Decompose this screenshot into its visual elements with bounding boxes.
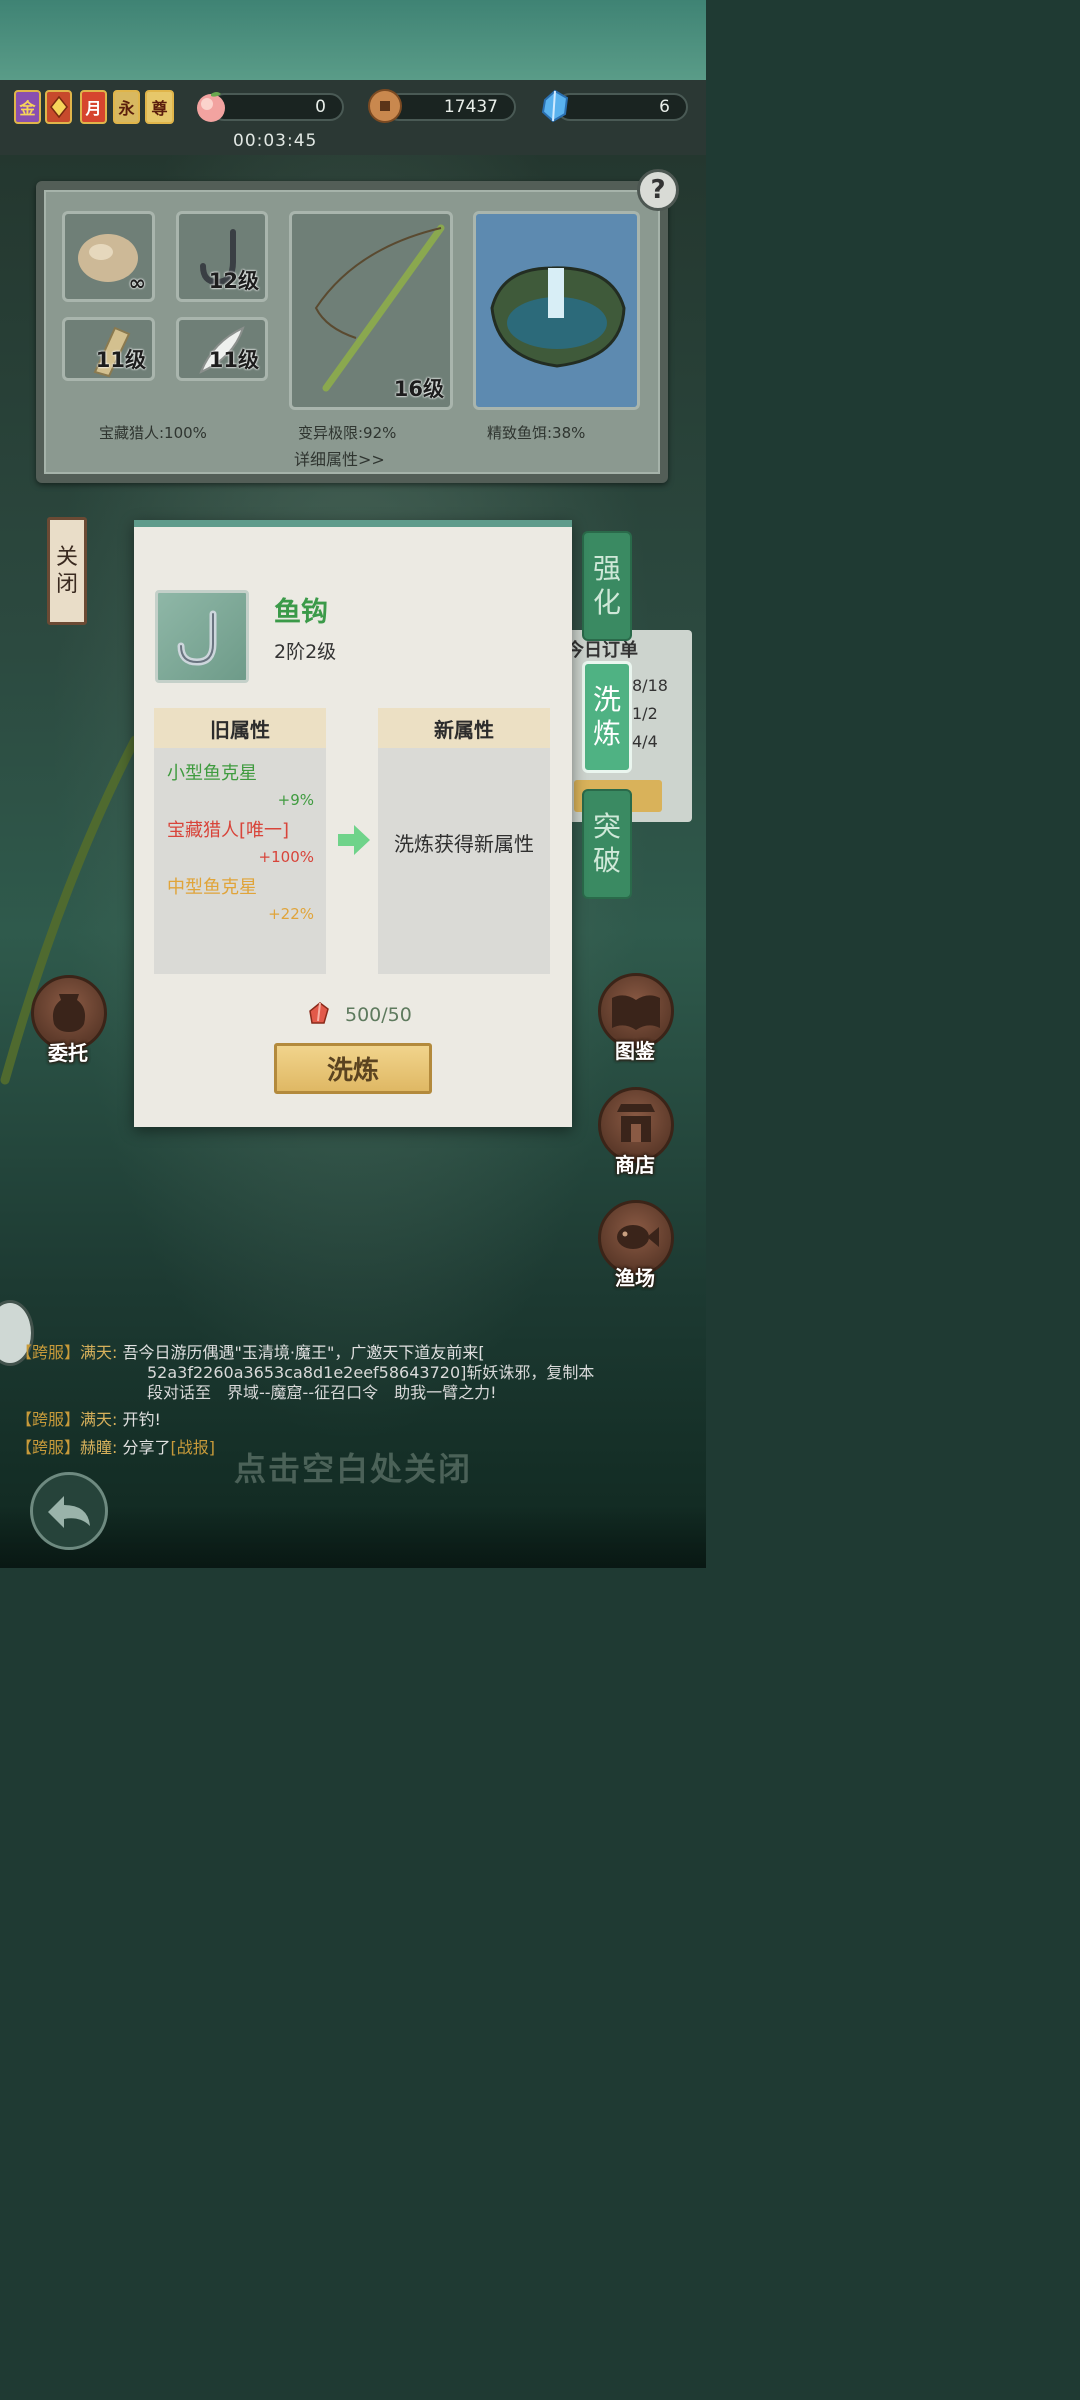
old-attr-2-name: 宝藏猎人[唯一] (167, 820, 290, 841)
chat-1-server-tag: 【跨服】 (16, 1343, 81, 1362)
chat-2-server-tag: 【跨服】 (16, 1410, 81, 1429)
mutation-limit-stat: 变异极限:92% (298, 424, 397, 442)
bait-level: ∞ (128, 271, 147, 295)
tab-refine-char-1: 洗 (592, 683, 621, 717)
old-attr-3-value: +22% (268, 905, 314, 923)
old-attr-3-name: 中型鱼克星 (167, 877, 257, 898)
bait-slot[interactable]: ∞ (62, 211, 155, 302)
fishing-spot-slot[interactable] (473, 211, 640, 410)
tab-enhance-char-2: 化 (592, 586, 621, 619)
new-attribute-placeholder: 洗炼获得新属性 (394, 832, 534, 856)
diamond-icon (49, 95, 68, 119)
float-level: 11级 (208, 348, 259, 372)
vip-badge-honor[interactable]: 尊 (145, 90, 174, 124)
hook-item-frame (155, 590, 249, 683)
chat-message-1[interactable]: 【跨服】满天: 吾今日游历偶遇"玉清境·魔王"，广邀天下道友前来[ (16, 1343, 485, 1363)
gem-icon (541, 89, 569, 123)
atlas-label: 图鉴 (615, 1039, 655, 1063)
refine-cost: 500/50 (345, 1004, 412, 1026)
fishing-ground-label: 渔场 (615, 1266, 655, 1290)
vip-badge-gold[interactable]: 金 (14, 90, 41, 124)
order-row-3: 4/4 (632, 732, 658, 751)
book-icon (612, 995, 660, 1030)
tap-to-close-hint: 点击空白处关闭 (233, 1450, 472, 1488)
tab-breakthrough-char-1: 突 (592, 810, 621, 844)
float-slot[interactable]: 11级 (176, 317, 268, 381)
fishing-rod-icon (314, 224, 445, 392)
fish-icon (617, 1225, 659, 1249)
hook-slot[interactable]: 12级 (176, 211, 268, 302)
tab-enhance-char-1: 强 (592, 552, 621, 586)
item-level: 2阶2级 (274, 641, 337, 663)
new-attributes-header: 新属性 (378, 708, 550, 748)
item-name: 鱼钩 (274, 597, 328, 628)
fine-bait-stat: 精致鱼饵:38% (487, 424, 586, 442)
vip-badge-month[interactable]: 月 (80, 90, 107, 124)
rod-level: 16级 (393, 377, 444, 401)
chat-2-text: 开钓! (122, 1410, 161, 1429)
tab-breakthrough-char-2: 破 (592, 844, 621, 877)
refine-button[interactable]: 洗炼 (274, 1043, 432, 1094)
right-arrow-icon (338, 825, 370, 855)
back-arrow-icon (48, 1496, 90, 1528)
coin-counter: 17437 (385, 93, 516, 121)
chat-message-2[interactable]: 【跨服】满天: 开钓! (16, 1410, 161, 1430)
gem-counter: 6 (556, 93, 688, 121)
back-button[interactable] (30, 1472, 108, 1550)
tab-refine[interactable]: 洗 炼 (582, 661, 632, 773)
old-attr-1-name: 小型鱼克星 (167, 763, 257, 784)
top-backdrop (0, 0, 706, 80)
jar-icon (52, 994, 86, 1032)
chat-2-user: 满天: (80, 1410, 118, 1429)
chat-1-user: 满天: (80, 1343, 118, 1362)
refine-stone-icon (309, 1002, 329, 1024)
old-attr-1-value: +9% (277, 791, 314, 809)
shop-icon (617, 1104, 655, 1142)
help-button[interactable]: ? (637, 169, 679, 211)
vip-badge-forever[interactable]: 永 (113, 90, 140, 124)
chat-1-text-line3: 段对话至 界域--魔窟--征召口令 助我一臂之力! (147, 1383, 497, 1402)
order-row-1: 8/18 (632, 676, 668, 695)
hook-level: 12级 (208, 269, 259, 293)
line-slot[interactable]: 11级 (62, 317, 155, 381)
close-tag-button[interactable]: 关 闭 (47, 517, 87, 625)
tab-enhance[interactable]: 强 化 (582, 531, 632, 641)
close-tag-char-1: 关 (55, 544, 78, 570)
tab-refine-char-2: 炼 (592, 717, 621, 750)
treasure-hunter-stat: 宝藏猎人:100% (99, 424, 207, 442)
chat-1-text-line2: 52a3f2260a3653ca8d1e2eef58643720]斩妖诛邪，复制… (147, 1363, 595, 1382)
coin-icon (368, 89, 402, 123)
detail-attributes-link[interactable]: 详细属性>> (294, 446, 385, 470)
rod-slot[interactable]: 16级 (289, 211, 453, 410)
waterfall-pond-icon (490, 266, 626, 368)
tab-breakthrough[interactable]: 突 破 (582, 789, 632, 899)
shop-label: 商店 (615, 1153, 655, 1177)
vip-badge-diamond[interactable] (45, 90, 72, 124)
peach-counter: 0 (210, 93, 344, 121)
commission-label: 委托 (48, 1041, 88, 1065)
old-attributes-header: 旧属性 (154, 708, 326, 748)
chat-1-text: 吾今日游历偶遇"玉清境·魔王"，广邀天下道友前来[ (122, 1343, 485, 1362)
peach-icon (197, 92, 225, 122)
close-tag-char-2: 闭 (55, 572, 78, 597)
event-timer: 00:03:45 (233, 131, 318, 151)
line-level: 11级 (95, 348, 146, 372)
hook-icon (177, 610, 217, 666)
old-attr-2-value: +100% (258, 848, 314, 866)
order-row-2: 1/2 (632, 704, 658, 723)
